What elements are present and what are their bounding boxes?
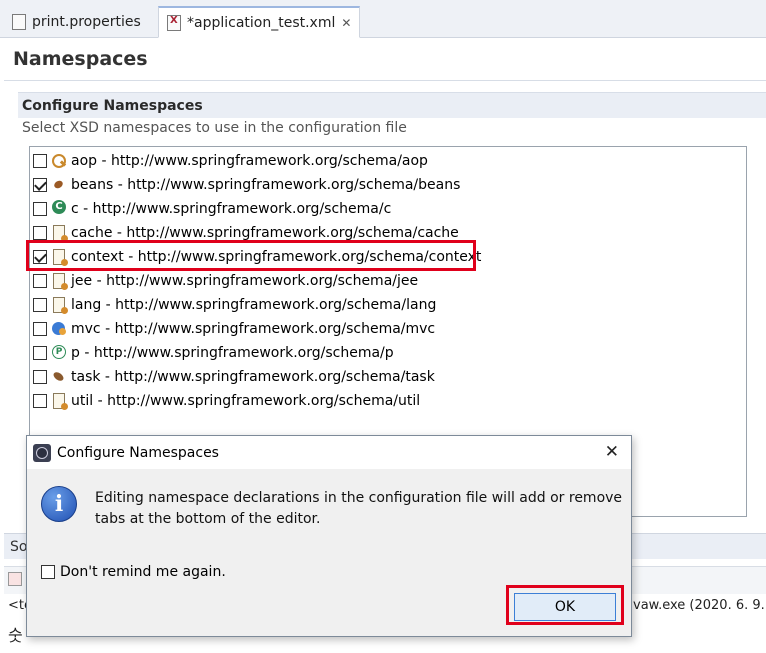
xml-doc-icon (53, 393, 68, 410)
xml-doc-icon (53, 225, 68, 242)
tab-label: *application_test.xml (187, 14, 336, 31)
checkbox[interactable] (33, 202, 47, 216)
checkbox[interactable] (33, 322, 47, 336)
checkbox[interactable] (33, 274, 47, 288)
bottom-tab-label[interactable]: So (10, 539, 27, 555)
dialog-title: Configure Namespaces (57, 444, 219, 461)
namespace-item-p[interactable]: p - http://www.springframework.org/schem… (33, 342, 394, 364)
properties-file-icon (12, 14, 26, 30)
dialog-message: Editing namespace declarations in the co… (95, 490, 623, 527)
divider (4, 80, 766, 81)
namespace-label: c - http://www.springframework.org/schem… (71, 201, 392, 217)
checkbox[interactable] (33, 298, 47, 312)
namespace-item-aop[interactable]: aop - http://www.springframework.org/sch… (33, 150, 428, 172)
tab-print-properties[interactable]: print.properties (4, 6, 149, 38)
namespace-label: p - http://www.springframework.org/schem… (71, 345, 394, 361)
dont-remind-checkbox-row[interactable]: Don't remind me again. (41, 564, 226, 580)
section-title: Configure Namespaces (18, 92, 766, 118)
namespace-item-util[interactable]: util - http://www.springframework.org/sc… (33, 390, 420, 412)
ok-highlight-box (506, 585, 624, 625)
bean-icon (51, 177, 67, 193)
console-output: 숫 (8, 626, 23, 645)
close-icon[interactable]: ✕ (341, 16, 351, 30)
checkbox[interactable] (33, 154, 47, 168)
checkbox[interactable] (33, 178, 47, 192)
console-process-label: vaw.exe (2020. 6. 9. (633, 598, 765, 613)
namespace-item-mvc[interactable]: mvc - http://www.springframework.org/sch… (33, 318, 435, 340)
c-icon (51, 200, 67, 217)
namespace-label: jee - http://www.springframework.org/sch… (71, 273, 419, 289)
checkbox[interactable] (33, 346, 47, 360)
namespace-item-beans[interactable]: beans - http://www.springframework.org/s… (33, 174, 460, 196)
tab-label: print.properties (32, 14, 141, 30)
namespace-item-lang[interactable]: lang - http://www.springframework.org/sc… (33, 294, 436, 316)
xml-file-icon (167, 14, 181, 31)
page-title: Namespaces (13, 48, 148, 70)
info-icon: i (41, 486, 77, 522)
namespace-label: beans - http://www.springframework.org/s… (71, 177, 461, 193)
aop-icon (51, 153, 67, 169)
checkbox[interactable] (33, 370, 47, 384)
namespace-label: lang - http://www.springframework.org/sc… (71, 297, 437, 313)
xml-doc-icon (53, 273, 68, 290)
eclipse-icon (33, 443, 51, 462)
mvc-icon (51, 321, 67, 337)
namespace-label: task - http://www.springframework.org/sc… (71, 369, 435, 385)
section-description: Select XSD namespaces to use in the conf… (22, 120, 407, 136)
p-icon (51, 345, 67, 361)
context-highlight-box (26, 240, 476, 271)
namespace-label: util - http://www.springframework.org/sc… (71, 393, 421, 409)
task-icon (51, 369, 67, 385)
dialog-titlebar: Configure Namespaces ✕ (27, 436, 631, 469)
close-icon[interactable]: ✕ (605, 442, 619, 462)
dont-remind-checkbox[interactable] (41, 565, 55, 579)
namespace-item-jee[interactable]: jee - http://www.springframework.org/sch… (33, 270, 418, 292)
namespace-item-c[interactable]: c - http://www.springframework.org/schem… (33, 198, 391, 220)
console-icon[interactable] (8, 572, 22, 586)
checkbox[interactable] (33, 394, 47, 408)
checkbox[interactable] (33, 226, 47, 240)
namespace-label: aop - http://www.springframework.org/sch… (71, 153, 428, 169)
namespace-label: mvc - http://www.springframework.org/sch… (71, 321, 436, 337)
dont-remind-label: Don't remind me again. (60, 564, 226, 580)
tab-application-test-xml[interactable]: *application_test.xml ✕ (158, 6, 361, 38)
xml-doc-icon (53, 297, 68, 314)
editor-tab-bar: print.properties *application_test.xml ✕ (0, 0, 766, 38)
namespace-label: cache - http://www.springframework.org/s… (71, 225, 459, 241)
namespace-item-task[interactable]: task - http://www.springframework.org/sc… (33, 366, 435, 388)
